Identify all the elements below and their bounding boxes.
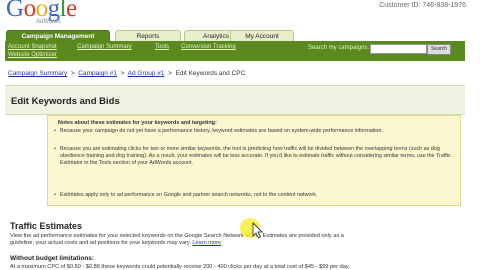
logo-letter: G <box>6 0 24 22</box>
logo-letter: o <box>23 0 37 22</box>
breadcrumb-ad-group[interactable]: Ad Group #1 <box>128 70 165 77</box>
breadcrumb-separator: > <box>69 70 77 77</box>
note-text: Because you are estimating clicks for tw… <box>60 146 451 166</box>
cursor-highlight-icon <box>240 218 263 239</box>
note-text: Because your campaign do not yet have a … <box>60 128 383 134</box>
page-heading-bar: Edit Keywords and Bids <box>5 85 465 115</box>
note-item: • Estimates apply only to ad performance… <box>54 192 456 199</box>
traffic-estimates-title: Traffic Estimates <box>10 221 83 231</box>
note-item: • Because you are estimating clicks for … <box>54 146 456 166</box>
bullet-icon: • <box>54 128 56 134</box>
bullet-icon: • <box>54 146 56 152</box>
breadcrumb-separator: > <box>166 70 174 77</box>
learn-more-link[interactable]: Learn more <box>192 240 221 246</box>
estimate-notes-box: Notes about these estimates for your key… <box>47 115 461 206</box>
nav-account-snapshot[interactable]: Account Snapshot <box>8 44 57 50</box>
nav-website-optimizer[interactable]: Website Optimizer <box>8 52 57 58</box>
google-adwords-logo: Google AdWords <box>6 0 86 30</box>
budget-text: At a maximum CPC of $0.50 - $0.88 these … <box>10 264 350 270</box>
search-label: Search my campaigns: <box>307 45 369 51</box>
search-button[interactable]: Search <box>427 44 451 55</box>
breadcrumb-campaign-summary[interactable]: Campaign Summary <box>8 70 67 77</box>
note-item: • Because your campaign do not yet have … <box>54 128 456 135</box>
breadcrumb-separator: > <box>118 70 127 77</box>
nav-campaign-summary[interactable]: Campaign Summary <box>77 44 132 50</box>
logo-letter: e <box>66 0 77 22</box>
breadcrumb-campaign[interactable]: Campaign #1 <box>78 70 117 77</box>
traffic-desc-line1: View the ad performance estimates for yo… <box>10 233 344 239</box>
breadcrumb: Campaign Summary > Campaign #1 > Ad Grou… <box>8 70 245 77</box>
page-title: Edit Keywords and Bids <box>11 96 120 107</box>
logo-product: AdWords <box>36 19 61 25</box>
bullet-icon: • <box>54 192 56 198</box>
nav-tools[interactable]: Tools <box>155 44 169 50</box>
traffic-desc-line2: guideline; your actual costs and ad posi… <box>10 240 191 246</box>
breadcrumb-current: Edit Keywords and CPC <box>175 70 246 77</box>
budget-title: Without budget limitations: <box>10 255 95 262</box>
note-text: Estimates apply only to ad performance o… <box>60 192 318 198</box>
sub-navigation: Account Snapshot Campaign Summary Tools … <box>5 41 465 61</box>
notes-title: Notes about these estimates for your key… <box>58 120 217 126</box>
nav-conversion-tracking[interactable]: Conversion Tracking <box>181 44 236 50</box>
customer-id: Customer ID: 746-838-1976 <box>379 2 466 9</box>
search-campaigns-input[interactable] <box>370 44 427 54</box>
